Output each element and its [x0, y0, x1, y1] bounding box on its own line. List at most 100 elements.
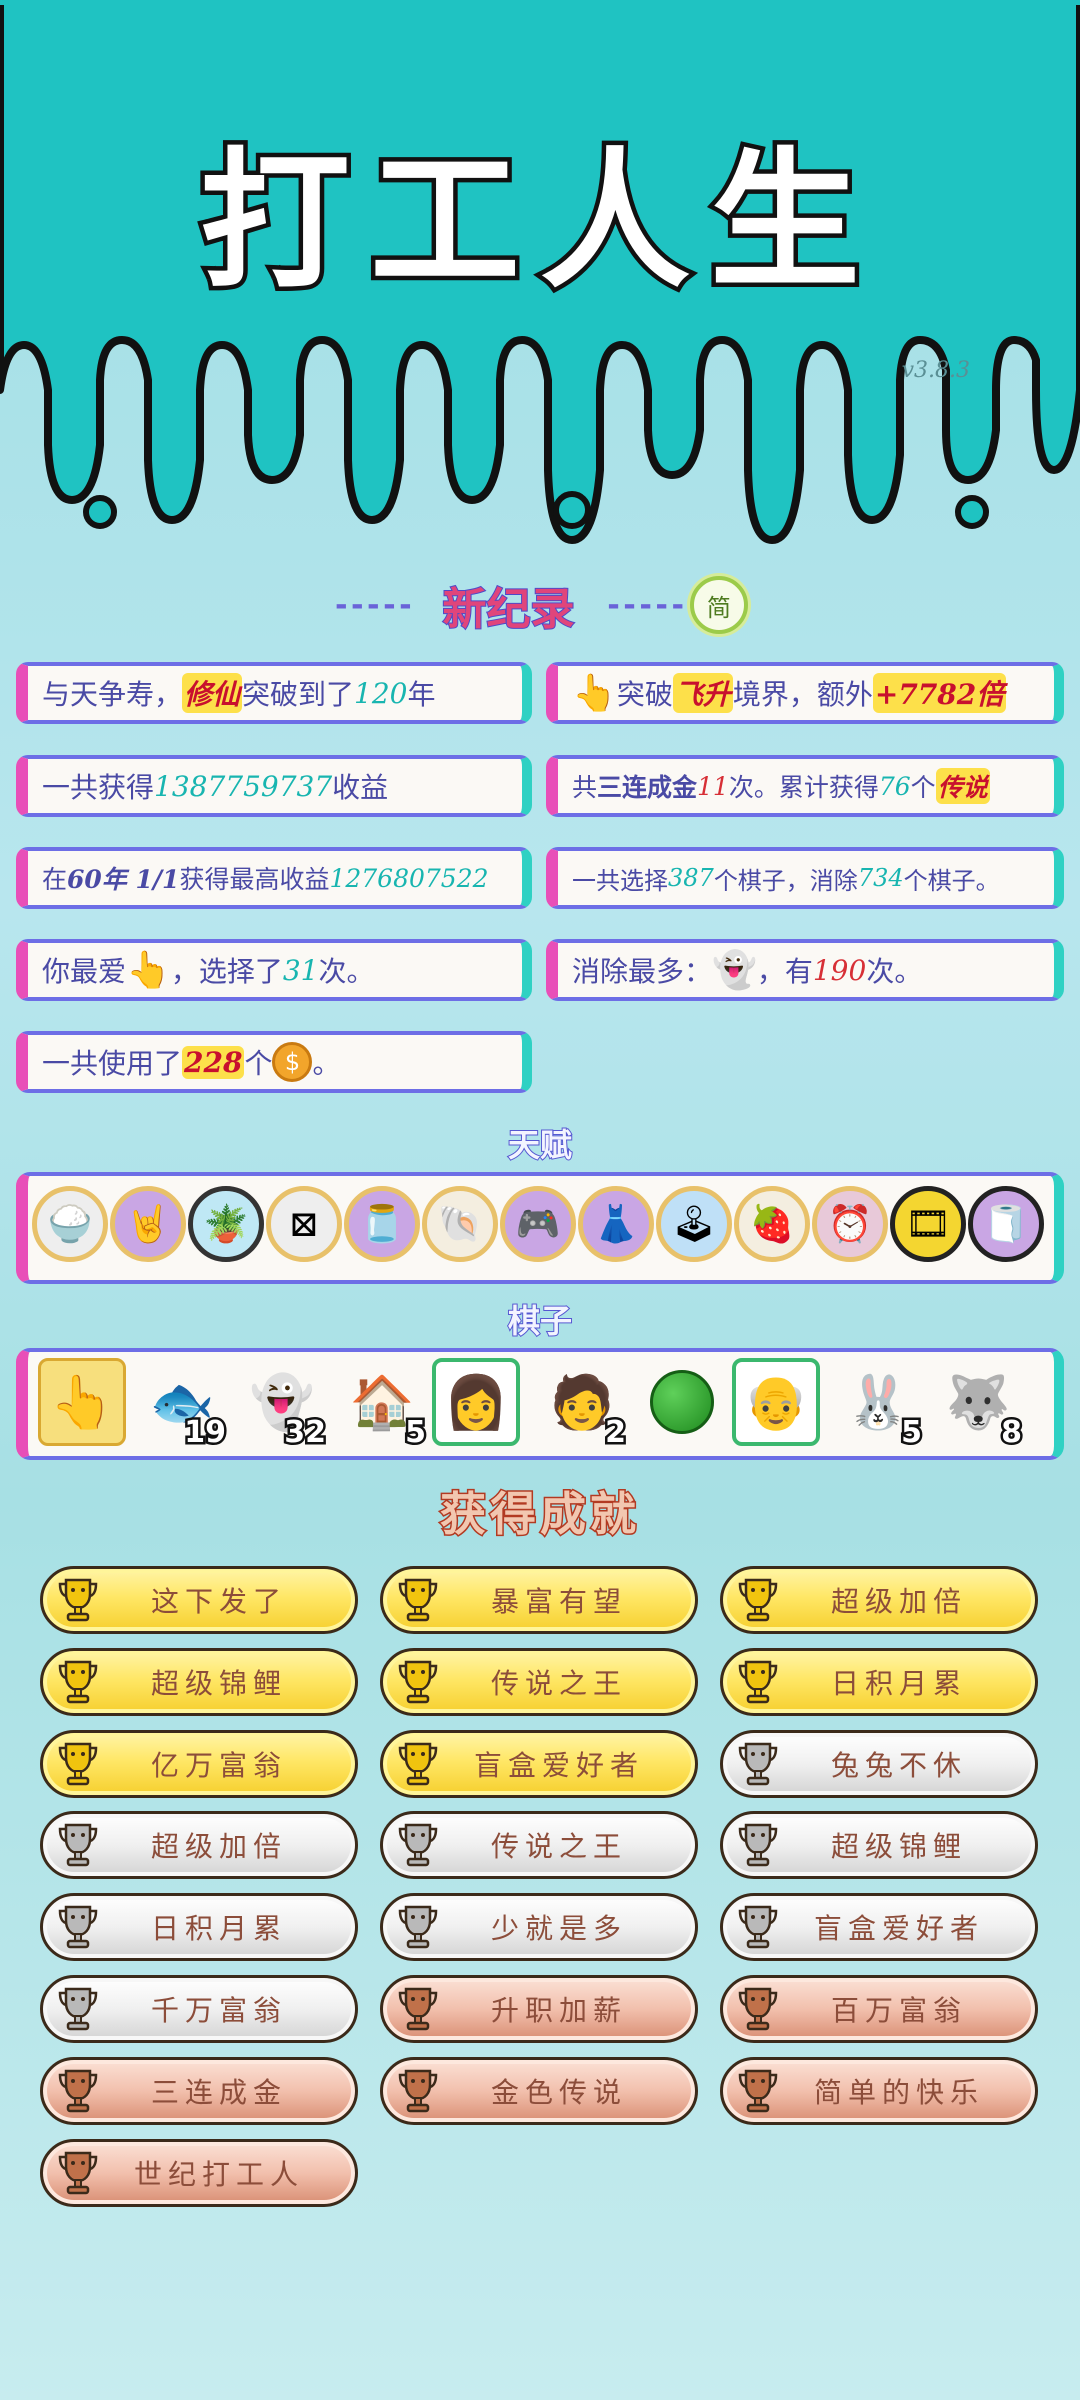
trophy-icon: [49, 1898, 107, 1956]
trophy-icon: [49, 1571, 107, 1629]
stat-card-ascend: 👆 突破 飞升 境界，额外 +7782倍: [546, 662, 1064, 724]
achievement-badge[interactable]: 少就是多: [380, 1893, 698, 1962]
achievement-label: 亿万富翁: [150, 1748, 287, 1782]
achievement-badge[interactable]: 传说之王: [380, 1811, 698, 1880]
achievement-label: 盲盒爱好者: [813, 1912, 984, 1946]
achievement-label: 千万富翁: [150, 1994, 287, 2027]
house-icon[interactable]: 🏠 5: [338, 1358, 429, 1453]
trophy-icon: [729, 1653, 787, 1711]
pointing-hand-icon: 👆: [572, 673, 617, 714]
koi-fish-icon[interactable]: 🐟 19: [138, 1358, 229, 1453]
green-hat-man-icon[interactable]: 🧑 2: [538, 1358, 629, 1453]
arcade-icon[interactable]: 🕹: [656, 1186, 732, 1262]
record-section-title: ----- 新纪录 ----- 简: [0, 575, 1080, 636]
skirt-icon[interactable]: 👗: [578, 1186, 654, 1262]
achievement-label: 简单的快乐: [813, 2075, 984, 2109]
achievement-badge[interactable]: 超级锦鲤: [40, 1647, 358, 1716]
time-clock-icon[interactable]: ⏰: [812, 1186, 888, 1262]
achievement-label: 三连成金: [150, 2075, 287, 2109]
trophy-icon: [389, 1571, 447, 1629]
trophy-icon: [729, 2062, 787, 2120]
fruit-bowl-icon[interactable]: 🍓: [734, 1186, 810, 1262]
achievement-label: 日积月累: [150, 1912, 287, 1946]
achievement-label: 超级锦鲤: [150, 1666, 287, 1700]
achievement-label: 金色传说: [490, 2075, 627, 2109]
rock-hand-icon[interactable]: 🤘: [110, 1186, 186, 1262]
achievement-label: 传说之王: [490, 1830, 627, 1864]
achievement-badge[interactable]: 这下发了: [40, 1566, 358, 1634]
film-icon[interactable]: 🎞: [890, 1186, 966, 1262]
achievement-label: 兔兔不休: [830, 1748, 967, 1782]
tissue-box-icon[interactable]: 🧻: [968, 1186, 1044, 1262]
achievement-label: 日积月累: [830, 1666, 967, 1700]
achievement-label: 超级加倍: [830, 1585, 967, 1618]
achievement-badge[interactable]: 日积月累: [720, 1647, 1038, 1716]
version-label: v3.8.3: [901, 358, 970, 383]
trophy-icon: [389, 1816, 447, 1874]
dashes-left: -----: [332, 587, 414, 623]
trophy-icon: [49, 2062, 107, 2120]
achievement-label: 超级锦鲤: [830, 1830, 967, 1864]
achievements-title: 获得成就: [439, 1486, 640, 1543]
trophy-icon: [49, 1735, 107, 1793]
achievement-badge[interactable]: 超级加倍: [40, 1811, 358, 1880]
pieces-panel: 👆 🐟 19 👻 32 🏠 5 👩 🧑 2 👴 🐰 5 🐺 8: [16, 1348, 1064, 1460]
pointing-hand-icon: 👆: [126, 950, 171, 991]
achievement-label: 超级加倍: [150, 1830, 287, 1864]
achievement-badge[interactable]: 日积月累: [40, 1893, 358, 1962]
gamer-icon[interactable]: 🎮: [500, 1186, 576, 1262]
achievement-badge[interactable]: 盲盒爱好者: [720, 1893, 1038, 1962]
stat-card-favorite: 你最爱 👆 ，选择了 31 次。: [16, 939, 532, 1001]
stat-card-most-eliminated: 消除最多： 👻 ，有 190 次。: [546, 939, 1064, 1001]
watermelon-icon[interactable]: [638, 1358, 726, 1446]
achievement-label: 这下发了: [150, 1585, 287, 1618]
achievement-badge[interactable]: 千万富翁: [40, 1975, 358, 2043]
ghost-icon: 👻: [712, 950, 757, 991]
dashes-right: -----: [604, 587, 687, 623]
jar-icon[interactable]: 🫙: [344, 1186, 420, 1262]
achievement-badge[interactable]: 三连成金: [40, 2056, 358, 2125]
achievement-badge[interactable]: 盲盒爱好者: [380, 1729, 698, 1798]
achievement-badge[interactable]: 亿万富翁: [40, 1729, 358, 1798]
coin-icon: $: [272, 1042, 313, 1082]
stat-card-lifespan: 与天争寿， 修仙 突破到了 120 年: [16, 662, 532, 724]
stat-card-triple-gold: 共三连成金 11 次。累计获得 76 个传说: [546, 755, 1064, 817]
stat-card-income: 一共获得 1387759737 收益: [16, 755, 532, 817]
trophy-icon: [49, 1816, 107, 1874]
trophy-icon: [389, 1898, 447, 1956]
bald-man-icon[interactable]: 👴: [732, 1358, 820, 1446]
pointing-hand-icon[interactable]: 👆: [38, 1358, 126, 1446]
achievement-badge[interactable]: 世纪打工人: [40, 2138, 358, 2207]
shell-icon[interactable]: 🐚: [422, 1186, 498, 1262]
talents-title: 天赋: [507, 1125, 573, 1165]
trophy-icon: [389, 1653, 447, 1711]
achievement-badge[interactable]: 传说之王: [380, 1647, 698, 1716]
achievement-label: 升职加薪: [490, 1994, 627, 2027]
achievement-badge[interactable]: 暴富有望: [380, 1566, 698, 1634]
trophy-icon: [729, 1735, 787, 1793]
achievement-badge[interactable]: 简单的快乐: [720, 2056, 1038, 2125]
trophy-icon: [389, 2062, 447, 2120]
trophy-icon: [729, 1980, 787, 2038]
achievement-badge[interactable]: 超级加倍: [720, 1566, 1038, 1634]
stat-card-best-income: 在 60年 1/1 获得最高收益 1276807522: [16, 847, 532, 909]
simplified-toggle-button[interactable]: 简: [689, 576, 748, 634]
ad-block-icon[interactable]: ⊠: [266, 1186, 342, 1262]
trophy-icon: [729, 1571, 787, 1629]
achievement-badge[interactable]: 兔兔不休: [720, 1729, 1038, 1798]
ghost-icon[interactable]: 👻 32: [238, 1358, 329, 1453]
header: 打工人生 v3.8.3: [0, 0, 1080, 560]
record-title: 新纪录: [442, 583, 576, 636]
flower-pot-icon[interactable]: 🪴: [188, 1186, 264, 1262]
achievement-badge[interactable]: 金色传说: [380, 2056, 698, 2125]
husky-king-icon[interactable]: 🐺 8: [934, 1358, 1025, 1453]
girl-avatar-icon[interactable]: 👩: [432, 1358, 520, 1446]
game-title: 打工人生: [195, 131, 880, 314]
achievement-label: 暴富有望: [490, 1585, 627, 1618]
rice-bowl-icon[interactable]: 🍚: [32, 1186, 108, 1262]
achievement-badge[interactable]: 升职加薪: [380, 1975, 698, 2043]
achievement-label: 百万富翁: [830, 1994, 967, 2027]
achievement-badge[interactable]: 百万富翁: [720, 1975, 1038, 2043]
achievement-badge[interactable]: 超级锦鲤: [720, 1811, 1038, 1880]
rabbit-house-icon[interactable]: 🐰 5: [834, 1358, 925, 1453]
